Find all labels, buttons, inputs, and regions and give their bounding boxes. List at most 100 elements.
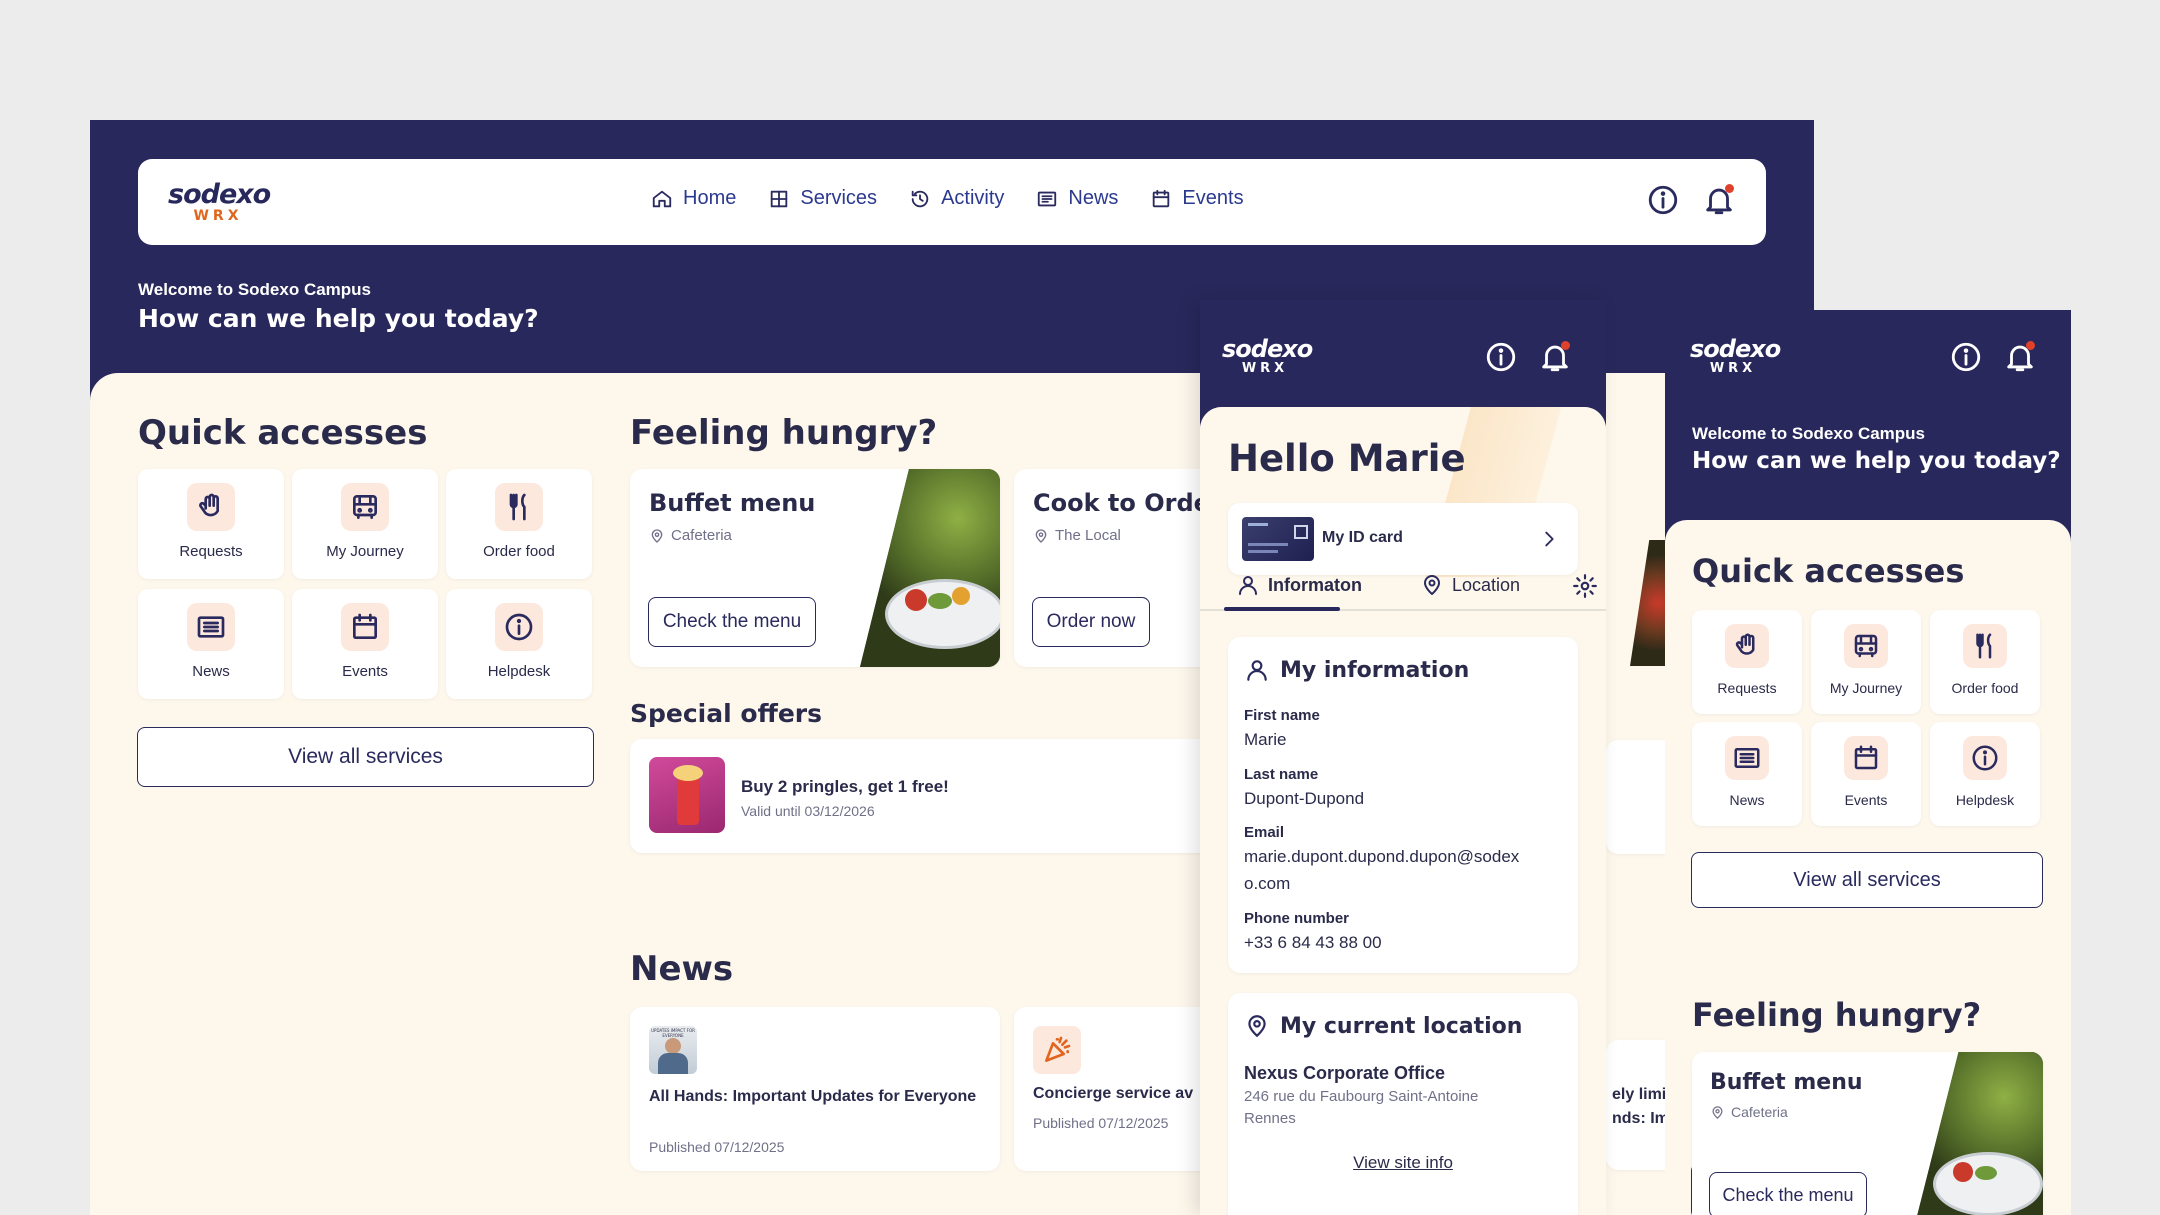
special-offers-title: Special offers bbox=[630, 699, 822, 728]
quick-tile-my-journey[interactable]: My Journey bbox=[1811, 610, 1921, 714]
quick-tile-order-food[interactable]: Order food bbox=[1930, 610, 2040, 714]
quick-tile-label: Order food bbox=[483, 543, 555, 560]
mobile-header: sodexo WRX bbox=[1200, 300, 1606, 415]
hand-icon bbox=[1725, 624, 1769, 668]
check-menu-button[interactable]: Check the menu bbox=[648, 597, 816, 647]
quick-tile-events[interactable]: Events bbox=[1811, 722, 1921, 826]
news-card-title: All Hands: Important Updates for Everyon… bbox=[649, 1088, 977, 1105]
top-navigation-bar: sodexo WRX Home Services Activity News E… bbox=[138, 159, 1766, 245]
info-icon[interactable] bbox=[1484, 340, 1518, 374]
info-icon[interactable] bbox=[1949, 340, 1983, 374]
sodexo-wrx-logo[interactable]: sodexo WRX bbox=[1690, 335, 1781, 376]
hand-icon bbox=[187, 483, 235, 531]
nav-events-label: Events bbox=[1182, 187, 1244, 209]
notification-dot bbox=[1725, 184, 1734, 193]
logo-brand: sodexo bbox=[168, 179, 271, 210]
logo-brand: sodexo bbox=[1690, 335, 1781, 363]
field-label-first-name: First name bbox=[1244, 707, 1320, 724]
info-icon bbox=[1963, 736, 2007, 780]
mobile-profile-screen: sodexo WRX Hello Marie My ID card Inform… bbox=[1200, 300, 1606, 1215]
quick-tile-news[interactable]: News bbox=[138, 589, 284, 699]
nav-home[interactable]: Home bbox=[651, 187, 736, 210]
nav-services[interactable]: Services bbox=[768, 187, 877, 210]
field-label-phone: Phone number bbox=[1244, 910, 1350, 927]
pringles-image bbox=[649, 757, 725, 833]
sodexo-wrx-logo[interactable]: sodexo WRX bbox=[168, 179, 271, 224]
food-card-location: Cafeteria bbox=[1710, 1104, 1788, 1120]
news-card-date: Published 07/12/2025 bbox=[1033, 1115, 1169, 1131]
bus-icon bbox=[1844, 624, 1888, 668]
field-value-last-name: Dupont-Dupond bbox=[1244, 789, 1365, 808]
gear-icon[interactable] bbox=[1572, 573, 1598, 599]
news-card-date: Published 07/12/2025 bbox=[649, 1139, 785, 1155]
office-name: Nexus Corporate Office bbox=[1244, 1063, 1446, 1083]
check-menu-button[interactable]: Check the menu bbox=[1709, 1172, 1867, 1215]
quick-tile-label: Helpdesk bbox=[487, 663, 551, 680]
nav-activity[interactable]: Activity bbox=[909, 187, 1004, 210]
notifications-button[interactable] bbox=[1538, 340, 1572, 374]
food-card-place: The Local bbox=[1055, 527, 1121, 544]
offer-card[interactable]: Buy 2 pringles, get 1 free! Valid until … bbox=[630, 739, 1230, 853]
news-card-partial[interactable]: ely limit nds: Imp bbox=[1606, 1040, 1666, 1170]
id-card-row[interactable]: My ID card bbox=[1228, 503, 1578, 575]
order-now-button[interactable]: Order now bbox=[1032, 597, 1150, 647]
fork-knife-icon bbox=[495, 483, 543, 531]
quick-tile-label: My Journey bbox=[1829, 680, 1903, 696]
quick-tile-label: News bbox=[1729, 792, 1765, 808]
main-nav: Home Services Activity News Events bbox=[651, 187, 1244, 210]
office-city: Rennes bbox=[1244, 1110, 1296, 1127]
info-icon[interactable] bbox=[1646, 183, 1680, 217]
nav-activity-label: Activity bbox=[941, 187, 1005, 209]
calendar-icon bbox=[1844, 736, 1888, 780]
notifications-button[interactable] bbox=[2003, 340, 2037, 374]
food-card-buffet[interactable]: Buffet menu Cafeteria Check the menu bbox=[630, 469, 1000, 667]
quick-tile-news[interactable]: News bbox=[1692, 722, 1802, 826]
user-icon bbox=[1247, 660, 1267, 681]
office-address: 246 rue du Faubourg Saint-Antoine bbox=[1244, 1088, 1479, 1105]
tab-information[interactable]: Informaton bbox=[1236, 573, 1362, 597]
offer-validity: Valid until 03/12/2026 bbox=[741, 803, 875, 819]
quick-tile-requests[interactable]: Requests bbox=[138, 469, 284, 579]
history-icon bbox=[911, 190, 929, 207]
quick-tile-label: Requests bbox=[1717, 680, 1777, 696]
view-all-services-button[interactable]: View all services bbox=[137, 727, 594, 787]
food-card-location: The Local bbox=[1033, 527, 1121, 544]
quick-tile-helpdesk[interactable]: Helpdesk bbox=[1930, 722, 2040, 826]
nav-events[interactable]: Events bbox=[1150, 187, 1244, 210]
nav-news[interactable]: News bbox=[1036, 187, 1118, 210]
feeling-hungry-title: Feeling hungry? bbox=[630, 413, 938, 453]
my-information-header: My information bbox=[1244, 657, 1469, 683]
news-title: News bbox=[630, 949, 734, 989]
field-value-email: marie.dupont.dupond.dupon@sodex bbox=[1244, 847, 1520, 866]
quick-tile-order-food[interactable]: Order food bbox=[446, 469, 592, 579]
welcome-title: How can we help you today? bbox=[1692, 448, 2061, 474]
quick-tile-label: Helpdesk bbox=[1955, 792, 2015, 808]
food-card-buffet[interactable]: Buffet menu Cafeteria Check the menu bbox=[1692, 1052, 2043, 1215]
active-tab-indicator bbox=[1224, 607, 1340, 611]
grid-icon bbox=[771, 190, 788, 207]
logo-sub: WRX bbox=[193, 208, 243, 224]
view-all-services-button[interactable]: View all services bbox=[1691, 852, 2043, 908]
quick-tile-helpdesk[interactable]: Helpdesk bbox=[446, 589, 592, 699]
quick-tile-my-journey[interactable]: My Journey bbox=[292, 469, 438, 579]
info-icon bbox=[495, 603, 543, 651]
sodexo-wrx-logo[interactable]: sodexo WRX bbox=[1222, 337, 1313, 376]
view-site-info-link[interactable]: View site info bbox=[1228, 1153, 1578, 1173]
news-card[interactable]: UPDATES IMPACT FOR EVERYONE All Hands: I… bbox=[630, 1007, 1000, 1171]
quick-tile-label: Events bbox=[1844, 792, 1888, 808]
tab-location[interactable]: Location bbox=[1420, 573, 1520, 597]
party-popper-icon bbox=[1033, 1026, 1081, 1074]
buffet-food-image bbox=[860, 469, 1000, 667]
offer-title: Buy 2 pringles, get 1 free! bbox=[741, 777, 949, 796]
pin-icon bbox=[1035, 528, 1047, 543]
field-label-email: Email bbox=[1244, 824, 1285, 841]
thumbnail-caption: UPDATES IMPACT FOR EVERYONE bbox=[651, 1028, 695, 1038]
news-card-title: Concierge service av bbox=[1033, 1085, 1194, 1102]
quick-tile-requests[interactable]: Requests bbox=[1692, 610, 1802, 714]
offer-card-partial bbox=[1606, 740, 1666, 854]
pin-icon bbox=[1712, 1105, 1723, 1119]
field-value-phone: +33 6 84 43 88 00 bbox=[1244, 933, 1382, 952]
tab-location-label: Location bbox=[1452, 574, 1521, 595]
notifications-button[interactable] bbox=[1702, 183, 1736, 217]
quick-tile-events[interactable]: Events bbox=[292, 589, 438, 699]
